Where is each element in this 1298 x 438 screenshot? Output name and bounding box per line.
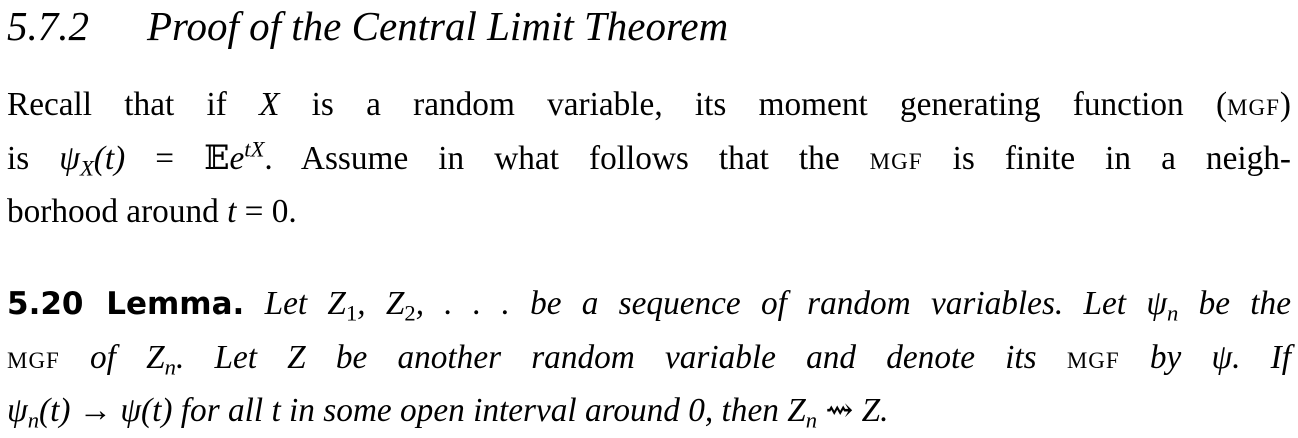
text: is finite in a neigh- [922,139,1291,177]
lemma-line-2: mgf of Zn. Let Z be another random varia… [7,331,1291,385]
math-var: X [259,86,280,123]
math-var: Z [385,285,405,322]
math-subscript: 2 [404,300,416,326]
math-var: Z [327,285,346,322]
math-var: t [271,392,281,429]
text: , . . . [415,285,510,322]
lemma-line-1: 5.20 Lemma. Let Z1, Z2, . . . be a seque… [7,277,1291,331]
mgf-abbrev: mgf [7,338,60,376]
math-subscript: n [164,353,176,379]
math-subscript: n [27,407,39,433]
math-var: Z [146,338,165,376]
intro-line-2: is ψX(t) = 𝔼etX. Assume in what follows … [7,132,1291,186]
text: is a random variable, its moment generat… [279,86,1228,123]
lemma-paragraph: 5.20 Lemma. Let Z1, Z2, . . . be a seque… [7,277,1291,438]
math-var: Z [787,392,806,429]
math-var: t [227,193,237,230]
text: be the [1178,285,1291,322]
text: Let [244,285,328,322]
text: ) [1279,86,1291,123]
text: . Let [175,338,288,376]
math-exponent: tX [244,136,265,162]
math-psi: ψ [59,139,80,177]
section-number: 5.7.2 [7,3,89,49]
math-psi: ψ [1211,338,1233,376]
math-var: Z [861,392,881,429]
math-eq: = [125,139,205,177]
math-subscript: 1 [345,300,358,326]
mgf-abbrev: mgf [869,139,923,177]
intro-line-3: borhood around t = 0. [7,185,1291,239]
intro-line-1: Recall that if X is a random variable, i… [7,78,1291,132]
math-psi: ψ [1146,285,1168,322]
text: Recall that if [7,86,260,123]
text: . [880,392,889,429]
math-weak-convergence-arrow: ⇝ [817,392,862,429]
page: 5.7.2 Proof of the Central Limit Theorem … [0,0,1298,437]
text: is [7,139,60,177]
text: be a sequence of random variables. Let [509,285,1147,322]
math-expectation: 𝔼 [204,139,230,177]
text: of [59,338,147,376]
section-title: Proof of the Central Limit Theorem [147,3,729,49]
math-expression: (t) → ψ(t) [39,392,173,429]
section-heading: 5.7.2 Proof of the Central Limit Theorem [7,2,728,50]
text: , [357,285,386,322]
text: by [1119,338,1212,376]
text: for all [172,392,272,429]
lemma-line-3: ψn(t) → ψ(t) for all t in some open inte… [7,384,1291,438]
mgf-abbrev: mgf [1066,338,1120,376]
math-eq: = 0. [236,193,297,230]
mgf-abbrev: mgf [1227,86,1280,123]
text: borhood around [7,193,228,230]
math-arg: (t) [93,139,126,177]
math-var: Z [287,338,306,376]
text: . If [1232,338,1291,376]
math-e: e [229,139,245,177]
math-psi: ψ [7,392,28,429]
lemma-label: 5.20 Lemma. [7,286,245,322]
math-subscript: n [1167,300,1179,326]
intro-paragraph: Recall that if X is a random variable, i… [7,78,1291,239]
math-subscript: n [805,407,818,433]
text: be another random variable and denote it… [305,338,1067,376]
text: . Assume in what follows that the [264,139,870,177]
math-subscript: X [79,154,94,180]
text: in some open interval around 0, then [280,392,788,429]
